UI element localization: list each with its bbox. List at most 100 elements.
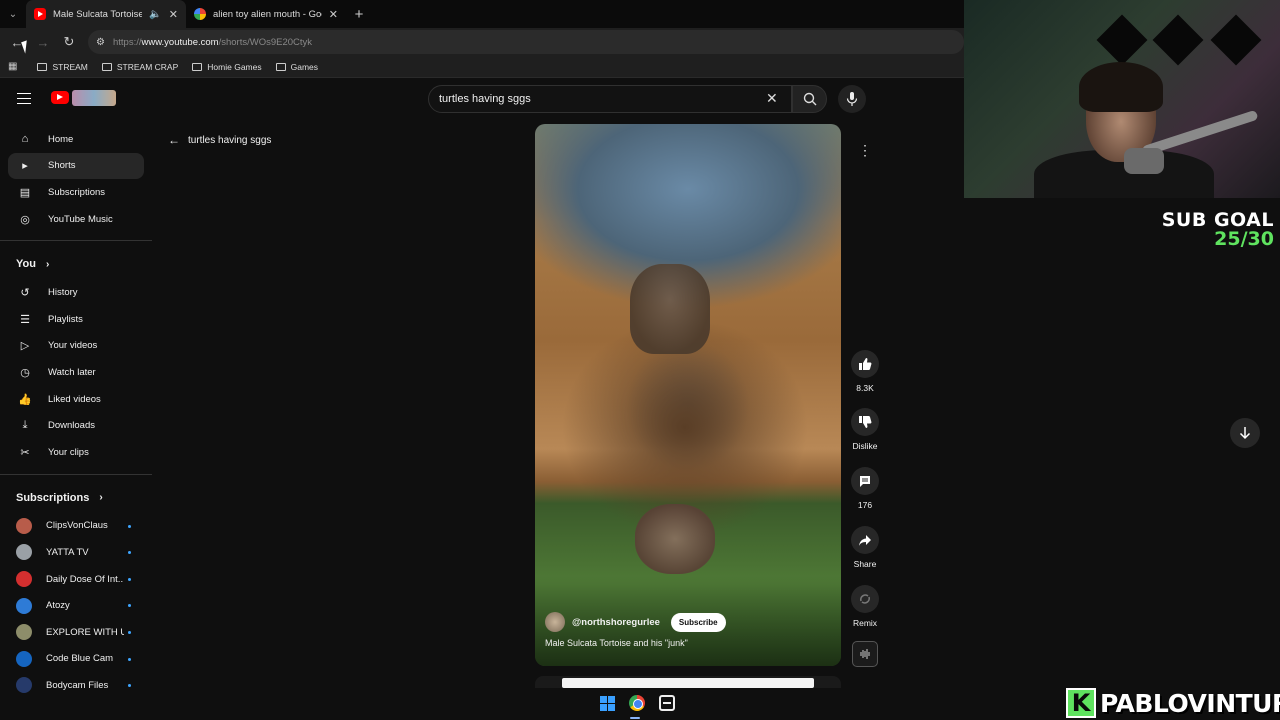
youtube-logo-icon[interactable] bbox=[51, 91, 69, 104]
comments-button[interactable]: 176 bbox=[845, 467, 885, 510]
you-section-heading[interactable]: You › bbox=[0, 249, 152, 279]
next-video-button[interactable] bbox=[1230, 418, 1260, 448]
tab-close-icon[interactable]: ✕ bbox=[329, 8, 338, 21]
search-icon bbox=[803, 92, 816, 106]
sidebar-item-shorts[interactable]: ▸ Shorts bbox=[8, 152, 144, 180]
video-frame-detail bbox=[635, 504, 715, 574]
microphone bbox=[1124, 148, 1164, 174]
shorts-icon: ▸ bbox=[22, 160, 28, 173]
sidebar-item-youtube-music[interactable]: ◎ YouTube Music bbox=[0, 206, 144, 233]
subscription-item[interactable]: Bodycam Files bbox=[0, 672, 152, 699]
subscribe-button[interactable]: Subscribe bbox=[670, 612, 726, 632]
search-input[interactable]: turtles having sggs bbox=[428, 85, 792, 113]
sidebar-item-subscriptions[interactable]: ▤ Subscriptions bbox=[0, 179, 144, 206]
sidebar-item-label: Downloads bbox=[48, 420, 95, 432]
bookmark-homie-games[interactable]: Homie Games bbox=[192, 62, 262, 72]
chrome-icon[interactable] bbox=[626, 692, 648, 714]
sidebar-item-history[interactable]: ↺ History bbox=[0, 279, 144, 306]
short-video-player[interactable] bbox=[535, 124, 841, 666]
apps-grid-icon[interactable]: ▦ bbox=[8, 61, 17, 72]
voice-search-button[interactable] bbox=[838, 85, 866, 113]
subscriptions-icon: ▤ bbox=[19, 186, 31, 199]
folder-icon bbox=[275, 62, 286, 71]
tab-close-icon[interactable]: ✕ bbox=[169, 8, 178, 21]
tab-google-search[interactable]: alien toy alien mouth - Google ✕ bbox=[186, 0, 346, 28]
bookmark-stream[interactable]: STREAM bbox=[37, 62, 88, 72]
brand-logo: K bbox=[1066, 688, 1096, 718]
sidebar-item-label: Your clips bbox=[48, 446, 89, 458]
browser-tab-strip: ⌄ Male Sulcata Tortoise and h 🔈 ✕ alien … bbox=[0, 0, 964, 28]
microphone-icon bbox=[846, 92, 858, 106]
subscription-name: YATTA TV bbox=[46, 546, 89, 558]
video-caption[interactable]: Male Sulcata Tortoise and his "junk" bbox=[545, 638, 688, 648]
bookmark-stream-crap[interactable]: STREAM CRAP bbox=[101, 62, 178, 72]
subscription-item[interactable]: Atozy bbox=[0, 592, 152, 619]
channel-avatar bbox=[16, 597, 32, 614]
tab-youtube-short[interactable]: Male Sulcata Tortoise and h 🔈 ✕ bbox=[26, 0, 186, 28]
channel-avatar[interactable] bbox=[545, 612, 565, 632]
new-tab-button[interactable]: + bbox=[346, 6, 372, 23]
clear-search-icon[interactable]: ✕ bbox=[766, 90, 778, 107]
menu-icon[interactable] bbox=[17, 93, 31, 104]
like-button[interactable]: 8.3K bbox=[845, 350, 885, 393]
windows-start-icon[interactable] bbox=[596, 692, 618, 714]
share-button[interactable]: Share bbox=[845, 526, 885, 569]
forward-button[interactable]: → bbox=[32, 31, 54, 53]
channel-name[interactable]: @northshoregurlee bbox=[572, 617, 660, 628]
next-short-preview[interactable] bbox=[535, 676, 841, 688]
dislike-label: Dislike bbox=[852, 441, 878, 451]
reload-button[interactable]: ↻ bbox=[58, 31, 80, 53]
subscription-name: Code Blue Cam bbox=[46, 653, 114, 665]
sidebar-item-label: Playlists bbox=[48, 313, 83, 325]
remix-button[interactable]: Remix bbox=[845, 585, 885, 628]
sound-thumbnail[interactable] bbox=[852, 641, 878, 667]
audio-waveform-icon bbox=[860, 649, 870, 659]
subscription-item[interactable]: Code Blue Cam bbox=[0, 646, 152, 673]
browser-toolbar: ← → ↻ ⚙ https://www.youtube.com/shorts/W… bbox=[0, 28, 964, 56]
more-options-icon[interactable]: ⋮ bbox=[853, 138, 877, 162]
chevron-right-icon: › bbox=[45, 258, 50, 270]
subscriptions-section-heading[interactable]: Subscriptions › bbox=[0, 483, 152, 513]
webcam-feed bbox=[964, 0, 1280, 198]
subscription-item[interactable]: EXPLORE WITH US bbox=[0, 619, 152, 646]
sidebar-item-liked-videos[interactable]: 👍 Liked videos bbox=[0, 386, 144, 413]
divider bbox=[0, 240, 152, 242]
tab-title: alien toy alien mouth - Google bbox=[213, 8, 322, 20]
search-button[interactable] bbox=[792, 85, 827, 113]
like-count: 8.3K bbox=[856, 383, 874, 393]
sidebar-item-label: YouTube Music bbox=[48, 213, 113, 225]
brand-name: PABLOVINTURA bbox=[1100, 688, 1280, 718]
back-to-search[interactable]: ← turtles having sggs bbox=[168, 133, 271, 147]
sidebar-item-your-videos[interactable]: ▷ Your videos bbox=[0, 333, 144, 360]
sidebar-item-downloads[interactable]: ⤓ Downloads bbox=[0, 412, 144, 439]
subscription-item[interactable]: Daily Dose Of Int... bbox=[0, 566, 152, 593]
dislike-button[interactable]: Dislike bbox=[845, 408, 885, 451]
active-app-indicator bbox=[630, 717, 640, 719]
sidebar-item-watch-later[interactable]: ◷ Watch later bbox=[0, 359, 144, 386]
address-bar[interactable]: ⚙ https://www.youtube.com/shorts/WOs9E20… bbox=[88, 30, 964, 54]
subscription-name: EXPLORE WITH US bbox=[46, 626, 124, 638]
bookmark-games[interactable]: Games bbox=[275, 62, 318, 72]
arrow-left-icon: ← bbox=[168, 133, 180, 147]
share-icon bbox=[851, 526, 879, 554]
new-content-dot bbox=[128, 551, 131, 555]
subscription-item[interactable]: YATTA TV bbox=[0, 539, 152, 566]
folder-icon bbox=[192, 62, 203, 71]
sidebar-item-home[interactable]: ⌂ Home bbox=[0, 126, 144, 153]
subscription-item[interactable]: ClipsVonClaus bbox=[0, 513, 152, 540]
new-content-dot bbox=[128, 604, 131, 608]
capcut-icon[interactable] bbox=[656, 692, 678, 714]
channel-avatar bbox=[16, 571, 32, 588]
doodle-logo[interactable] bbox=[72, 90, 116, 106]
folder-icon bbox=[37, 62, 48, 71]
arrow-down-icon bbox=[1239, 427, 1251, 440]
youtube-favicon-icon bbox=[34, 8, 46, 20]
bookmarks-bar: ▦ STREAM STREAM CRAP Homie Games Games bbox=[0, 56, 964, 78]
site-info-icon[interactable]: ⚙ bbox=[96, 37, 105, 48]
sidebar-item-playlists[interactable]: ☰ Playlists bbox=[0, 306, 144, 333]
acoustic-panel bbox=[1096, 14, 1148, 66]
sidebar-item-your-clips[interactable]: ✂ Your clips bbox=[0, 439, 144, 466]
speaker-icon[interactable]: 🔈 bbox=[149, 9, 161, 20]
new-content-dot bbox=[128, 524, 131, 528]
tab-search-chevron-icon[interactable]: ⌄ bbox=[0, 9, 26, 20]
